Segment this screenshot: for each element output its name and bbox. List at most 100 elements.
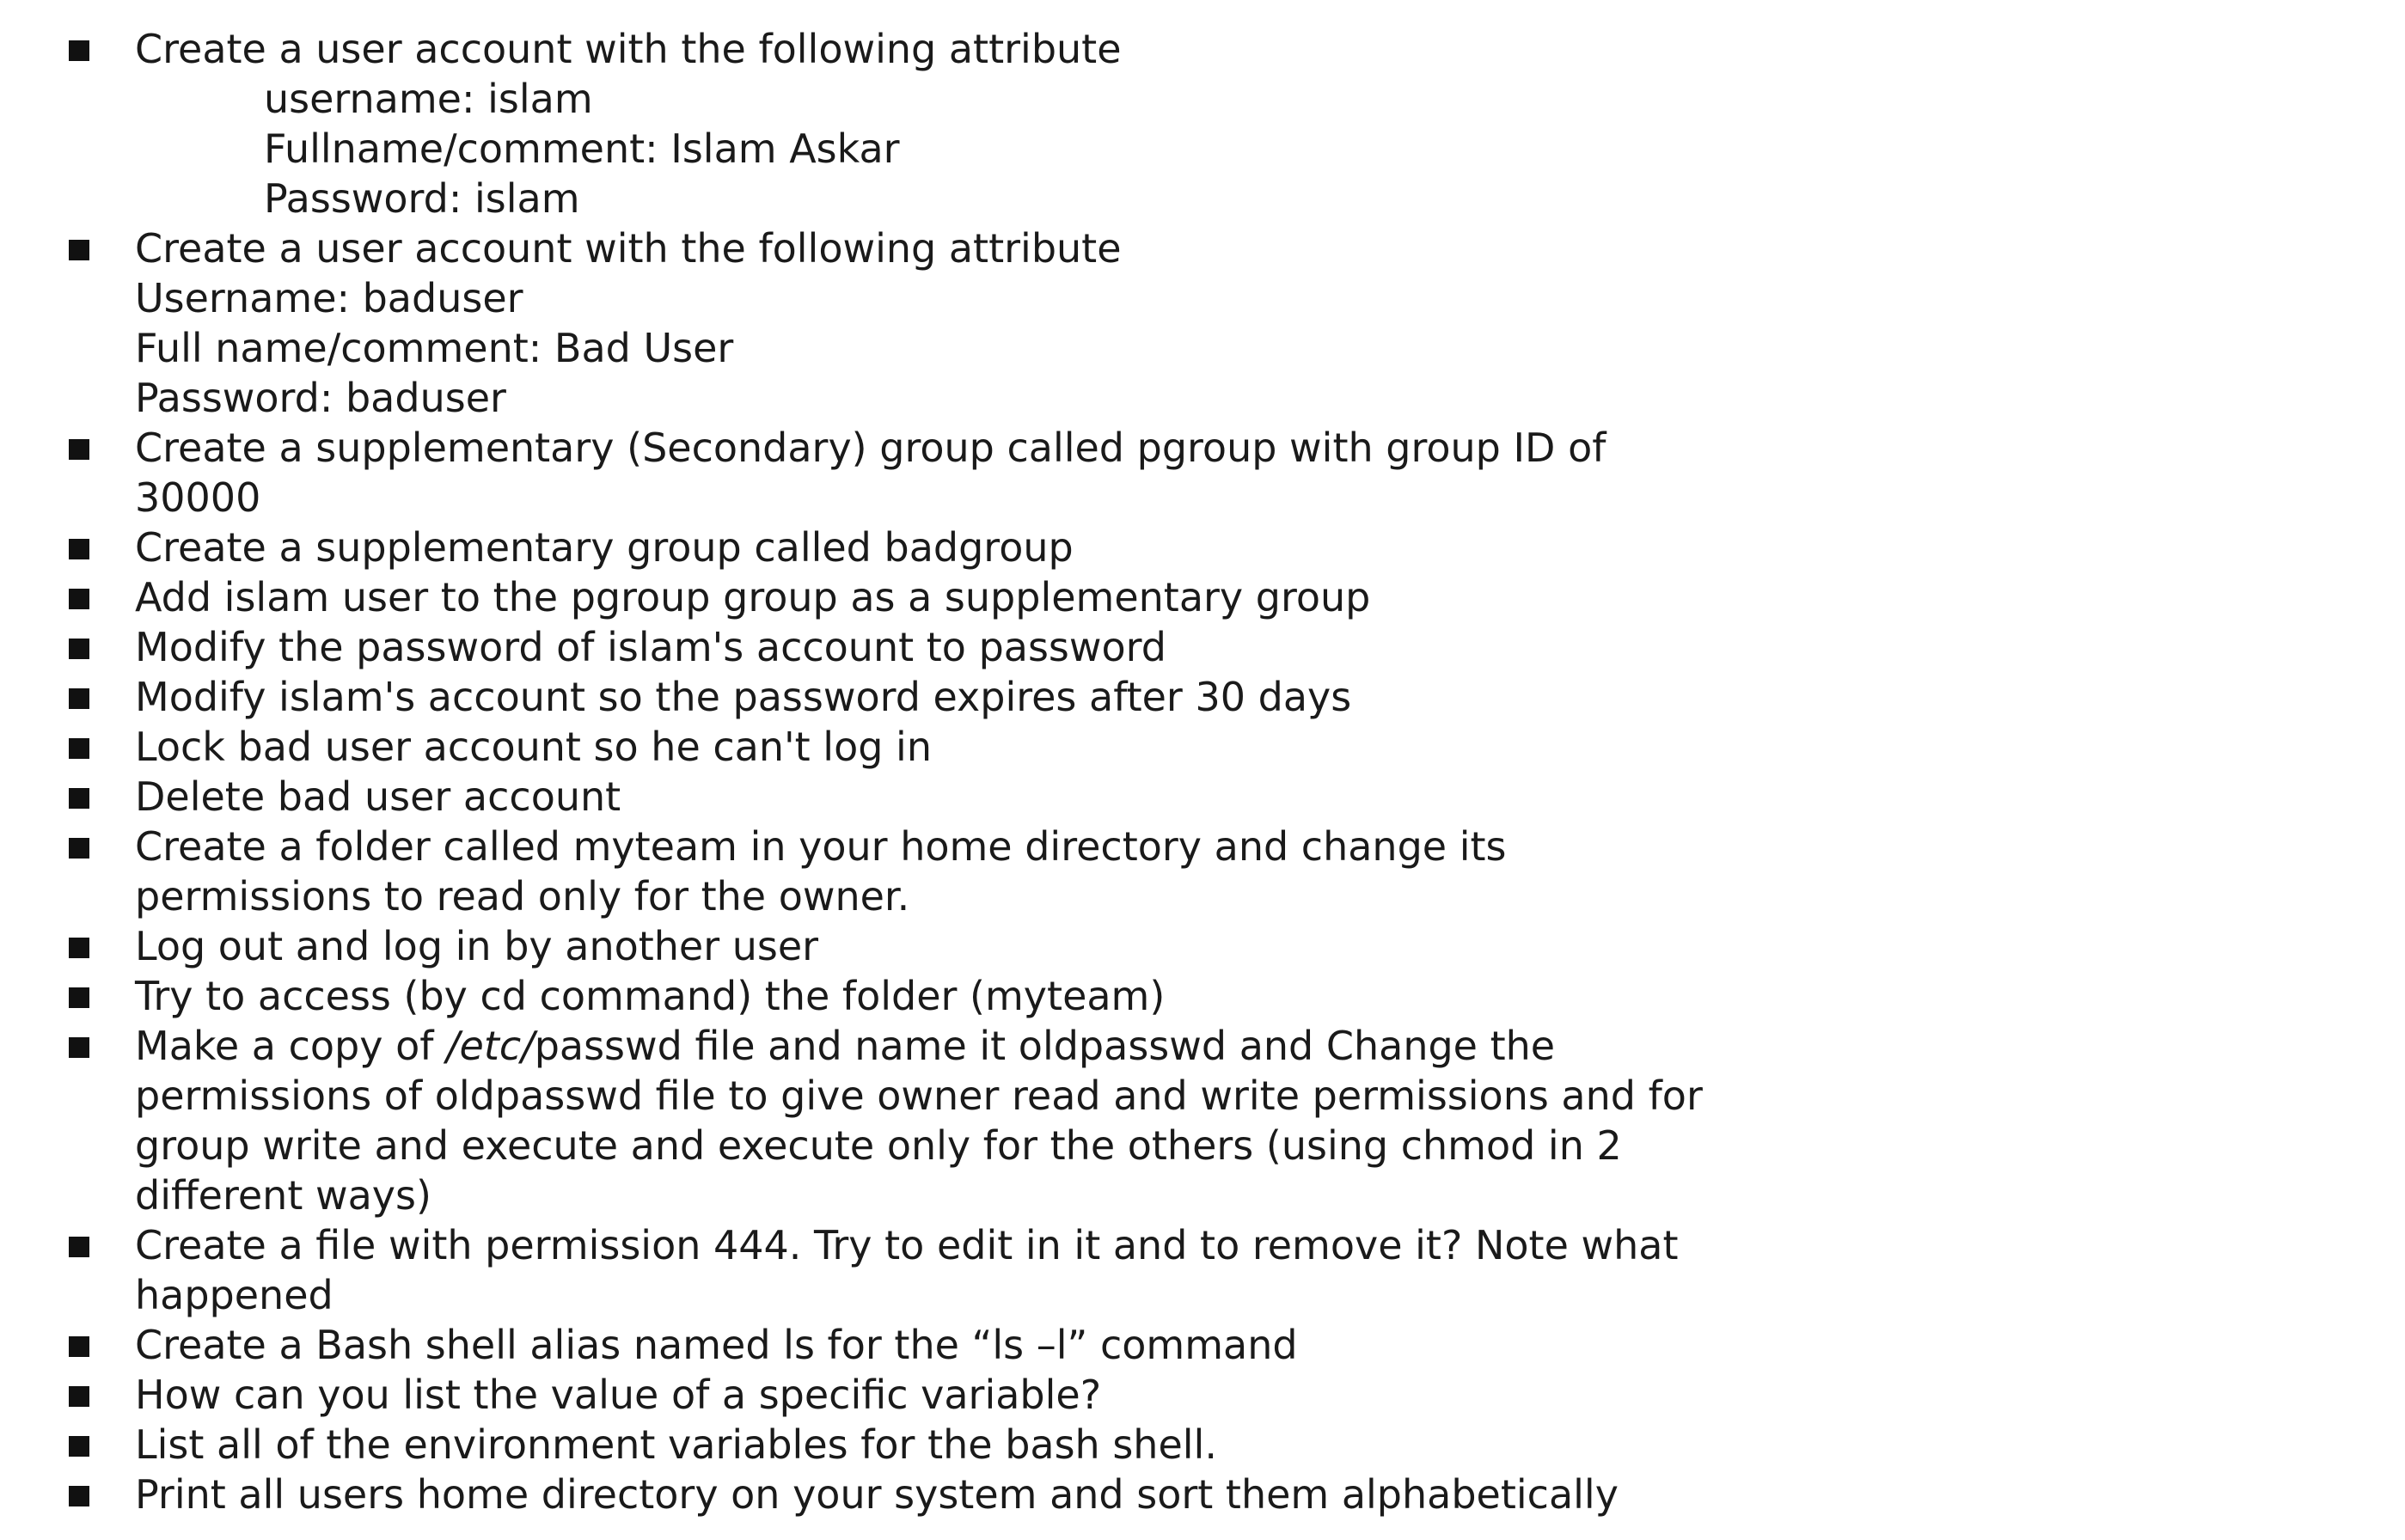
list-item: Create a supplementary group called badg… xyxy=(0,522,2405,572)
list-line: Create a folder called myteam in your ho… xyxy=(0,822,2405,871)
list-item-text: Modify the password of islam's account t… xyxy=(135,624,1166,670)
square-bullet-icon xyxy=(69,1237,89,1257)
square-bullet-icon xyxy=(69,1486,89,1506)
list-item-text: 30000 xyxy=(135,474,261,521)
list-line: Lock bad user account so he can't log in xyxy=(0,722,2405,772)
square-bullet-icon xyxy=(69,1037,89,1058)
list-line: permissions to read only for the owner. xyxy=(0,871,2405,921)
list-line: Create a supplementary (Secondary) group… xyxy=(0,423,2405,473)
list-item-text: Print all users home directory on your s… xyxy=(135,1471,1619,1518)
square-bullet-icon xyxy=(69,1436,89,1457)
list-item: Create a user account with the following… xyxy=(0,24,2405,223)
list-item-text: Create a supplementary group called badg… xyxy=(135,524,1074,571)
square-bullet-icon xyxy=(69,987,89,1008)
list-item-text: Modify islam's account so the password e… xyxy=(135,674,1352,720)
list-item-text: Fullname/comment: Islam Askar xyxy=(264,125,900,172)
list-line: Modify the password of islam's account t… xyxy=(0,622,2405,672)
list-item-text: Create a folder called myteam in your ho… xyxy=(135,823,1507,870)
list-item-text: group write and execute and execute only… xyxy=(135,1122,1622,1169)
list-item: List all of the environment variables fo… xyxy=(0,1420,2405,1470)
list-item-text: Create a Bash shell alias named ls for t… xyxy=(135,1322,1298,1368)
square-bullet-icon xyxy=(69,688,89,709)
list-line: Delete bad user account xyxy=(0,772,2405,822)
list-line: Log out and log in by another user xyxy=(0,921,2405,971)
square-bullet-icon xyxy=(69,788,89,809)
list-item: Create a supplementary (Secondary) group… xyxy=(0,423,2405,522)
square-bullet-icon xyxy=(69,738,89,759)
list-line: 30000 xyxy=(0,473,2405,522)
list-line: Create a file with permission 444. Try t… xyxy=(0,1220,2405,1270)
list-line: permissions of oldpasswd file to give ow… xyxy=(0,1071,2405,1121)
list-line: group write and execute and execute only… xyxy=(0,1121,2405,1170)
list-item: Delete bad user account xyxy=(0,772,2405,822)
list-line: Make a copy of /etc/passwd file and name… xyxy=(0,1021,2405,1071)
list-item-text: Make a copy of /etc/passwd file and name… xyxy=(135,1021,1555,1071)
list-item-text: Create a user account with the following… xyxy=(135,26,1122,72)
list-item-text: Try to access (by cd command) the folder… xyxy=(135,973,1166,1019)
list-line: Modify islam's account so the password e… xyxy=(0,672,2405,722)
list-item-text: Username: baduser xyxy=(135,275,523,321)
list-line: happened xyxy=(0,1270,2405,1320)
list-item: Create a folder called myteam in your ho… xyxy=(0,822,2405,921)
list-item: Create a user account with the following… xyxy=(0,223,2405,423)
list-item: Modify islam's account so the password e… xyxy=(0,672,2405,722)
list-line: Password: baduser xyxy=(0,373,2405,423)
list-line: different ways) xyxy=(0,1170,2405,1220)
list-line: Create a supplementary group called badg… xyxy=(0,522,2405,572)
square-bullet-icon xyxy=(69,1386,89,1407)
list-item: Create a file with permission 444. Try t… xyxy=(0,1220,2405,1320)
list-item-text: Password: baduser xyxy=(135,375,506,421)
list-item-text: permissions to read only for the owner. xyxy=(135,873,910,920)
list-line: Create a user account with the following… xyxy=(0,223,2405,273)
list-item-text: Create a file with permission 444. Try t… xyxy=(135,1222,1679,1268)
text-segment: passwd file and name it oldpasswd and Ch… xyxy=(534,1023,1556,1069)
list-line: List all of the environment variables fo… xyxy=(0,1420,2405,1470)
list-line: username: islam xyxy=(0,74,2405,124)
list-item-text: permissions of oldpasswd file to give ow… xyxy=(135,1072,1703,1119)
text-segment: Make a copy of xyxy=(135,1023,447,1069)
list-line: Password: islam xyxy=(0,174,2405,223)
list-line: Create a user account with the following… xyxy=(0,24,2405,74)
list-item-text: Password: islam xyxy=(264,175,580,222)
list-item: Try to access (by cd command) the folder… xyxy=(0,971,2405,1021)
list-item: Lock bad user account so he can't log in xyxy=(0,722,2405,772)
list-item: Log out and log in by another user xyxy=(0,921,2405,971)
square-bullet-icon xyxy=(69,439,89,460)
list-item: Make a copy of /etc/passwd file and name… xyxy=(0,1021,2405,1220)
list-line: Full name/comment: Bad User xyxy=(0,323,2405,373)
list-item-text: Lock bad user account so he can't log in xyxy=(135,724,932,770)
list-item-text: Full name/comment: Bad User xyxy=(135,325,734,371)
list-item: How can you list the value of a specific… xyxy=(0,1370,2405,1420)
list-item: Modify the password of islam's account t… xyxy=(0,622,2405,672)
list-item: Print all users home directory on your s… xyxy=(0,1470,2405,1519)
square-bullet-icon xyxy=(69,1336,89,1357)
list-item-text: Create a user account with the following… xyxy=(135,225,1122,272)
list-line: How can you list the value of a specific… xyxy=(0,1370,2405,1420)
list-line: Add islam user to the pgroup group as a … xyxy=(0,572,2405,622)
list-item-text: How can you list the value of a specific… xyxy=(135,1372,1102,1418)
square-bullet-icon xyxy=(69,589,89,609)
list-line: Username: baduser xyxy=(0,273,2405,323)
list-item-text: Log out and log in by another user xyxy=(135,923,819,969)
list-item: Add islam user to the pgroup group as a … xyxy=(0,572,2405,622)
list-line: Create a Bash shell alias named ls for t… xyxy=(0,1320,2405,1370)
list-item: Create a Bash shell alias named ls for t… xyxy=(0,1320,2405,1370)
list-item-text: List all of the environment variables fo… xyxy=(135,1421,1217,1468)
list-line: Fullname/comment: Islam Askar xyxy=(0,124,2405,174)
square-bullet-icon xyxy=(69,539,89,559)
square-bullet-icon xyxy=(69,40,89,61)
list-item-text: username: islam xyxy=(264,76,593,122)
list-line: Print all users home directory on your s… xyxy=(0,1470,2405,1519)
list-item-text: different ways) xyxy=(135,1172,431,1219)
list-item-text: happened xyxy=(135,1272,334,1318)
list-item-text: Create a supplementary (Secondary) group… xyxy=(135,425,1606,471)
list-item-text: Add islam user to the pgroup group as a … xyxy=(135,574,1371,620)
square-bullet-icon xyxy=(69,938,89,958)
square-bullet-icon xyxy=(69,240,89,260)
list-item-text: Delete bad user account xyxy=(135,773,621,820)
italic-path-text: /etc/ xyxy=(446,1023,535,1069)
list-line: Try to access (by cd command) the folder… xyxy=(0,971,2405,1021)
square-bullet-icon xyxy=(69,838,89,859)
task-list: Create a user account with the following… xyxy=(0,24,2405,1519)
square-bullet-icon xyxy=(69,639,89,659)
